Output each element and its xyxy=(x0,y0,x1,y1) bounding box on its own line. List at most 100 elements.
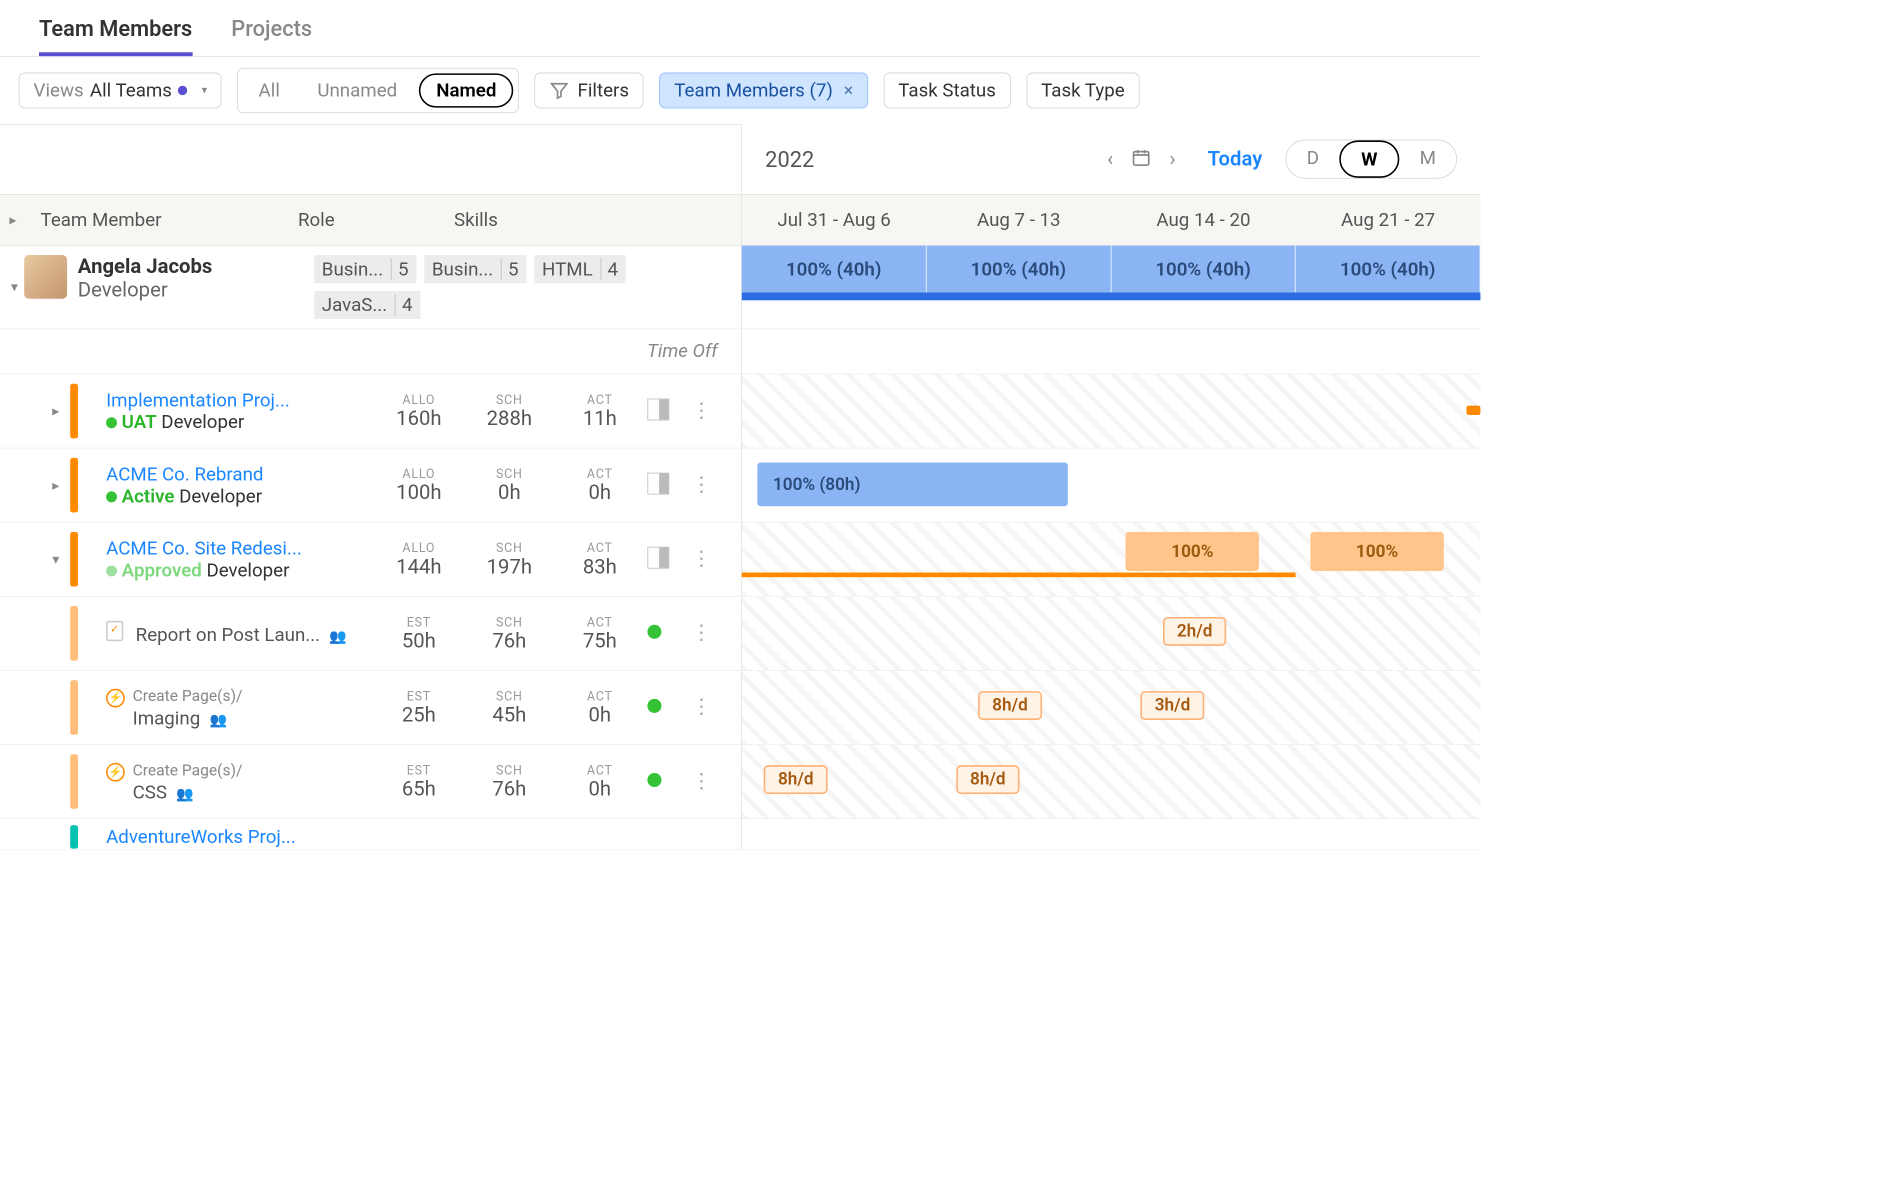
people-icon: 👥 xyxy=(210,712,227,728)
skill-chip: JavaS...4 xyxy=(314,291,420,319)
chevron-down-icon[interactable]: ▾ xyxy=(11,279,18,295)
task-title[interactable]: ⚡Create Page(s)/ Imaging 👥 xyxy=(106,686,371,729)
prev-week-button[interactable]: ‹ xyxy=(1098,147,1121,170)
more-menu-icon[interactable]: ⋮ xyxy=(691,696,711,719)
project-lane: 100% (80h) xyxy=(741,448,1480,522)
skill-chip: HTML4 xyxy=(534,255,626,283)
allocation-bar[interactable]: 100% (80h) xyxy=(757,463,1067,507)
chevron-down-icon[interactable]: ▾ xyxy=(52,551,59,567)
tab-projects[interactable]: Projects xyxy=(231,16,312,57)
more-menu-icon[interactable]: ⋮ xyxy=(691,770,711,793)
hours-chip[interactable]: 2h/d xyxy=(1163,617,1227,646)
timeline-controls: 2022 ‹ › Today D W M xyxy=(741,124,1480,194)
col-team-member: Team Member xyxy=(41,209,298,231)
zoom-month[interactable]: M xyxy=(1399,140,1456,177)
week-0: Jul 31 - Aug 6 xyxy=(742,209,927,231)
clipboard-icon xyxy=(106,621,123,641)
bolt-icon: ⚡ xyxy=(106,688,125,707)
allocation-bar[interactable]: 100% xyxy=(1126,532,1259,571)
task-title[interactable]: Report on Post Laun... 👥 xyxy=(106,621,371,646)
col-skills: Skills xyxy=(454,209,732,231)
project-title[interactable]: Implementation Proj... UAT Developer xyxy=(106,389,371,433)
project-lane: 100% 100% xyxy=(741,523,1480,597)
filters-button[interactable]: Filters xyxy=(535,73,644,109)
zoom-day[interactable]: D xyxy=(1286,140,1339,177)
panel-toggle-icon[interactable] xyxy=(647,473,669,495)
people-icon: 👥 xyxy=(329,629,346,645)
seg-unnamed[interactable]: Unnamed xyxy=(302,75,413,106)
task-lane: 8h/d 8h/d xyxy=(741,745,1480,819)
task-title[interactable]: ⚡Create Page(s)/ CSS 👥 xyxy=(106,760,371,803)
project-title[interactable]: ACME Co. Site Redesi... Approved Develop… xyxy=(106,537,371,581)
project-lane xyxy=(741,374,1480,448)
task-status-label: Task Status xyxy=(898,80,996,102)
week-2: Aug 14 - 20 xyxy=(1111,209,1296,231)
project-title[interactable]: ACME Co. Rebrand Active Developer xyxy=(106,463,371,507)
more-menu-icon[interactable]: ⋮ xyxy=(691,622,711,645)
project-row: ▸ ACME Co. Rebrand Active Developer ALLO… xyxy=(0,448,741,522)
funnel-icon xyxy=(549,80,569,100)
close-icon[interactable]: × xyxy=(844,81,853,101)
task-type-label: Task Type xyxy=(1041,80,1125,102)
util-cell[interactable]: 100% (40h) xyxy=(1296,246,1481,293)
chevron-right-icon[interactable]: ▸ xyxy=(52,403,59,419)
skill-chips: Busin...5 Busin...5 HTML4 JavaS...4 xyxy=(314,255,730,319)
avatar xyxy=(24,255,67,299)
task-color-bar xyxy=(70,754,78,809)
hours-chip[interactable]: 3h/d xyxy=(1141,691,1205,720)
bolt-icon: ⚡ xyxy=(106,762,125,781)
task-type-dropdown[interactable]: Task Type xyxy=(1026,73,1139,109)
chevron-down-icon: ▾ xyxy=(202,84,207,96)
status-indicator-icon xyxy=(647,699,661,713)
calendar-icon[interactable] xyxy=(1130,147,1153,170)
task-lane: 2h/d xyxy=(741,597,1480,671)
timeoff-lane xyxy=(741,329,1480,374)
hours-chip[interactable]: 8h/d xyxy=(956,765,1020,794)
more-menu-icon[interactable]: ⋮ xyxy=(691,473,711,496)
next-week-button[interactable]: › xyxy=(1161,147,1184,170)
seg-named[interactable]: Named xyxy=(419,73,514,107)
views-label: Views xyxy=(34,80,84,102)
allocation-bar[interactable]: 100% xyxy=(1311,532,1444,571)
today-button[interactable]: Today xyxy=(1208,147,1263,170)
views-indicator-dot xyxy=(178,86,187,95)
timeline-year: 2022 xyxy=(765,146,1090,172)
util-underline xyxy=(742,293,1481,301)
task-status-dropdown[interactable]: Task Status xyxy=(883,73,1010,109)
filter-chip-team-members[interactable]: Team Members (7) × xyxy=(659,73,867,109)
hours-chip[interactable]: 8h/d xyxy=(764,765,828,794)
task-color-bar xyxy=(70,680,78,735)
more-menu-icon[interactable]: ⋮ xyxy=(691,548,711,571)
timeoff-label: Time Off xyxy=(0,329,741,374)
project-title[interactable]: AdventureWorks Proj... xyxy=(106,826,371,848)
week-headers: Jul 31 - Aug 6 Aug 7 - 13 Aug 14 - 20 Au… xyxy=(741,194,1480,245)
week-3: Aug 21 - 27 xyxy=(1296,209,1481,231)
util-cell[interactable]: 100% (40h) xyxy=(1111,246,1296,293)
more-menu-icon[interactable]: ⋮ xyxy=(691,399,711,422)
people-icon: 👥 xyxy=(176,786,193,802)
member-row-right: 100% (40h) 100% (40h) 100% (40h) 100% (4… xyxy=(741,246,1480,329)
panel-toggle-icon[interactable] xyxy=(647,547,669,569)
util-cell[interactable]: 100% (40h) xyxy=(742,246,927,293)
util-cell[interactable]: 100% (40h) xyxy=(926,246,1111,293)
toolbar: Views All Teams ▾ All Unnamed Named Filt… xyxy=(0,57,1480,124)
seg-all[interactable]: All xyxy=(243,75,296,106)
member-name: Angela Jacobs xyxy=(78,255,314,278)
expand-all-icon[interactable]: ▸ xyxy=(9,212,34,228)
project-lane xyxy=(741,819,1480,850)
hours-chip[interactable]: 8h/d xyxy=(978,691,1042,720)
project-color-bar xyxy=(70,384,78,439)
project-row: ▸ Implementation Proj... UAT Developer A… xyxy=(0,374,741,448)
views-dropdown[interactable]: Views All Teams ▾ xyxy=(19,73,222,109)
allocation-stub xyxy=(1466,406,1480,415)
filter-chip-label: Team Members (7) xyxy=(674,80,833,102)
panel-toggle-icon[interactable] xyxy=(647,399,669,421)
member-row-left: ▾ Angela Jacobs Developer Busin...5 Busi… xyxy=(0,246,741,329)
project-row: ▾ ACME Co. Site Redesi... Approved Devel… xyxy=(0,523,741,597)
chevron-right-icon[interactable]: ▸ xyxy=(52,477,59,493)
tab-team-members[interactable]: Team Members xyxy=(39,16,192,57)
zoom-week[interactable]: W xyxy=(1339,140,1399,177)
views-value: All Teams xyxy=(90,80,172,102)
allocation-underline xyxy=(742,573,1296,578)
project-color-bar xyxy=(70,532,78,587)
